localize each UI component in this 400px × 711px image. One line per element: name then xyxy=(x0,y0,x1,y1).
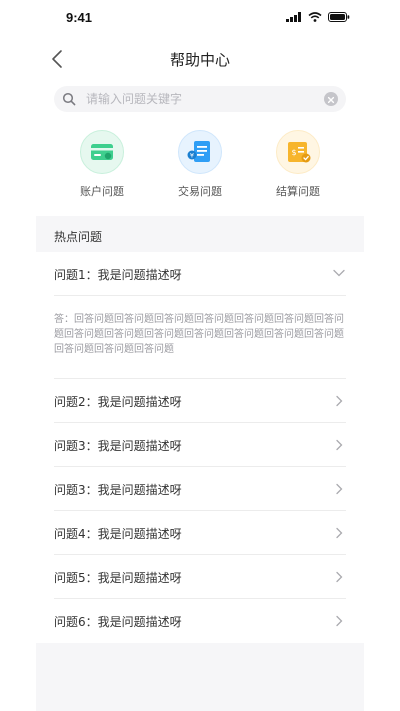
search-bar[interactable] xyxy=(54,86,346,112)
question-text: 问题4：我是问题描述呀 xyxy=(54,527,182,541)
question-text: 问题3：我是问题描述呀 xyxy=(54,483,182,497)
clear-search-button[interactable] xyxy=(324,92,338,106)
question-row-expanded[interactable]: 问题1：我是问题描述呀 xyxy=(36,252,364,296)
category-label: 结算问题 xyxy=(276,185,320,198)
svg-text:$: $ xyxy=(291,148,296,157)
chevron-right-icon xyxy=(336,615,343,627)
account-card-icon xyxy=(80,130,124,174)
search-input[interactable] xyxy=(86,86,322,112)
hot-questions-section: 热点问题 问题1：我是问题描述呀 答：回答问题回答问题回答问题回答问题回答问题回… xyxy=(36,216,364,711)
transaction-scroll-icon: ¥ xyxy=(178,130,222,174)
question-text: 问题2：我是问题描述呀 xyxy=(54,395,182,409)
nav-bar: 帮助中心 xyxy=(36,40,364,78)
chevron-right-icon xyxy=(336,439,343,451)
question-row[interactable]: 问题2：我是问题描述呀 xyxy=(36,379,364,423)
category-settlement[interactable]: $ 结算问题 xyxy=(258,126,338,199)
question-text: 问题1：我是问题描述呀 xyxy=(54,268,182,282)
category-label: 交易问题 xyxy=(178,185,222,198)
question-row[interactable]: 问题4：我是问题描述呀 xyxy=(36,511,364,555)
question-row[interactable]: 问题3：我是问题描述呀 xyxy=(36,423,364,467)
hot-questions-header: 热点问题 xyxy=(36,216,364,252)
status-bar: 9:41 xyxy=(36,0,364,36)
category-transaction[interactable]: ¥ 交易问题 xyxy=(160,126,240,199)
battery-icon xyxy=(328,12,350,22)
question-list: 问题1：我是问题描述呀 答：回答问题回答问题回答问题回答问题回答问题回答问题回答… xyxy=(36,252,364,643)
question-row[interactable]: 问题6：我是问题描述呀 xyxy=(36,599,364,643)
status-icons xyxy=(286,12,350,22)
category-account[interactable]: 账户问题 xyxy=(62,126,142,199)
page-title: 帮助中心 xyxy=(169,51,230,69)
chevron-right-icon xyxy=(336,527,343,539)
svg-text:¥: ¥ xyxy=(190,152,194,160)
close-icon xyxy=(327,96,335,104)
question-text: 问题6：我是问题描述呀 xyxy=(54,615,182,629)
category-grid: 账户问题 ¥ 交易问题 $ 结算问题 xyxy=(36,126,364,206)
search-icon xyxy=(62,92,76,106)
chevron-down-icon xyxy=(333,269,345,277)
answer-text: 答：回答问题回答问题回答问题回答问题回答问题回答问题回答问题回答问题回答问题回答… xyxy=(36,296,364,379)
chevron-right-icon xyxy=(336,571,343,583)
section-title: 热点问题 xyxy=(54,230,103,244)
chevron-right-icon xyxy=(336,483,343,495)
wifi-icon xyxy=(308,12,322,22)
question-text: 问题3：我是问题描述呀 xyxy=(54,439,182,453)
question-text: 问题5：我是问题描述呀 xyxy=(54,571,182,585)
status-time: 9:41 xyxy=(66,10,93,25)
question-row[interactable]: 问题3：我是问题描述呀 xyxy=(36,467,364,511)
chevron-right-icon xyxy=(336,395,343,407)
category-label: 账户问题 xyxy=(80,185,124,198)
settlement-doc-icon: $ xyxy=(276,130,320,174)
signal-icon xyxy=(286,12,301,22)
question-row[interactable]: 问题5：我是问题描述呀 xyxy=(36,555,364,599)
